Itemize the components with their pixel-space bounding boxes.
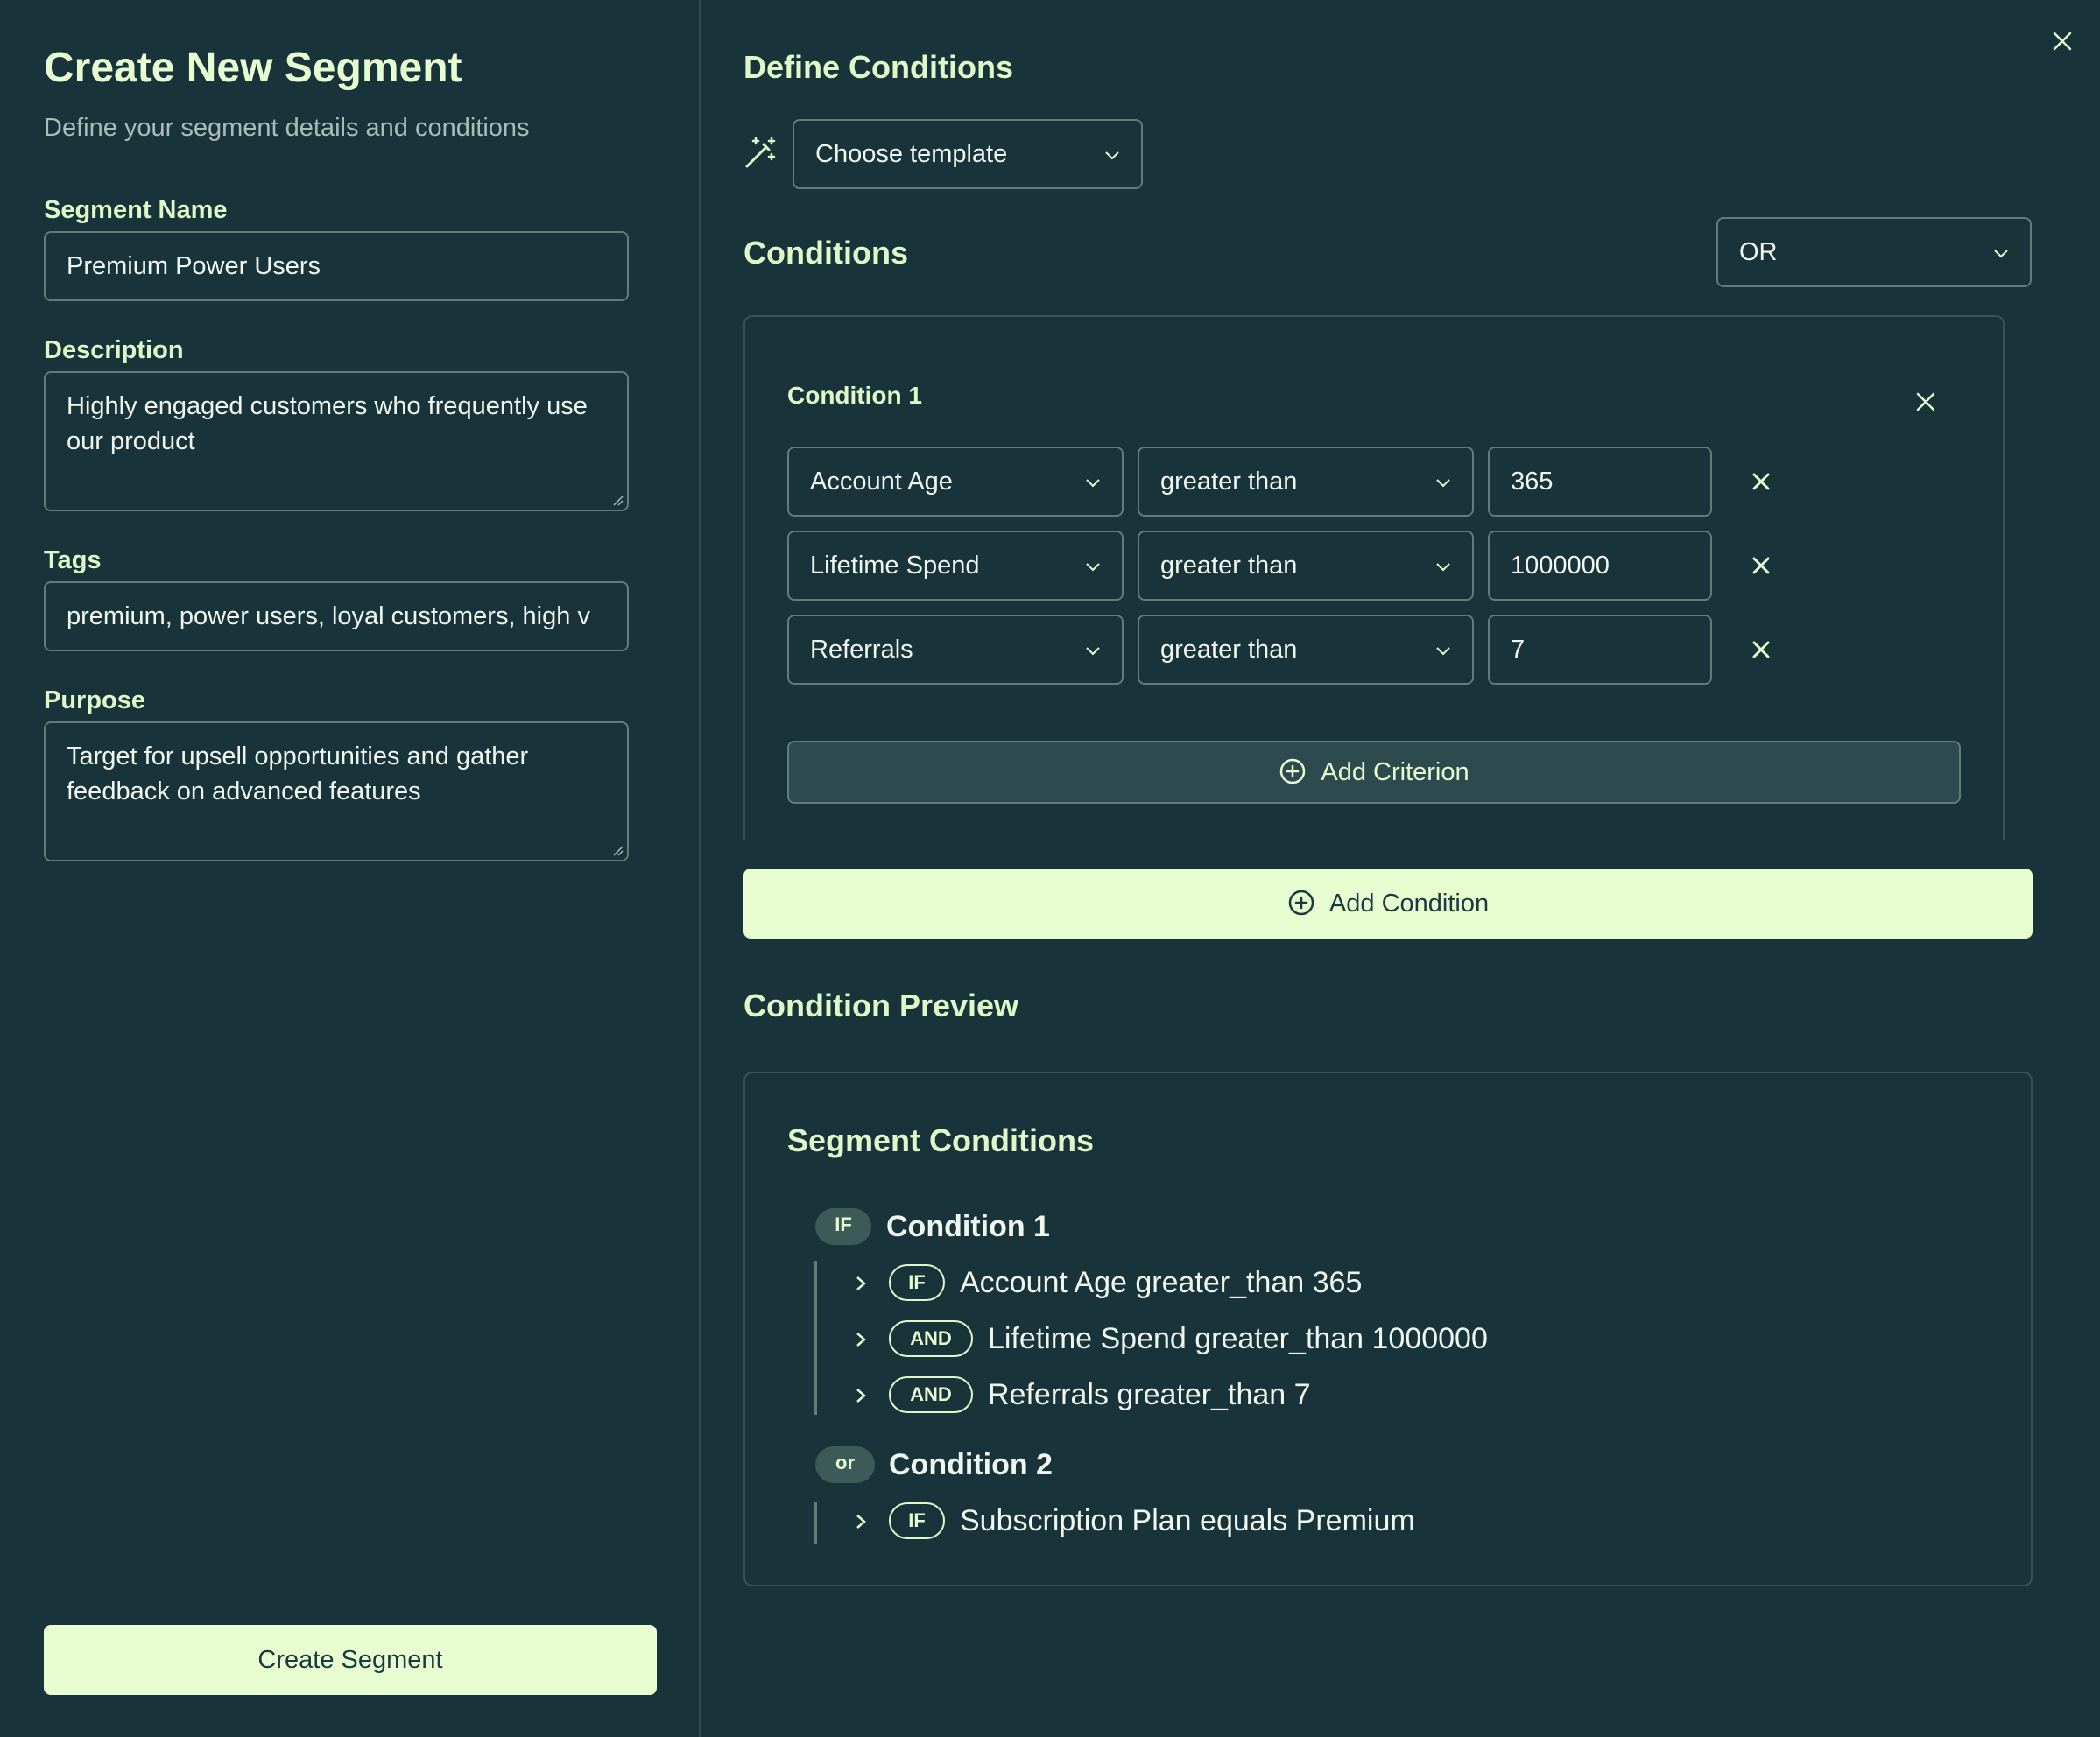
condition-badge: or [815, 1446, 875, 1483]
rule-badge: AND [889, 1320, 973, 1357]
chevron-down-icon [1086, 647, 1100, 656]
criterion-operator-select[interactable]: greater than [1138, 447, 1474, 517]
criterion-field-select[interactable]: Account Age [787, 447, 1124, 517]
logical-operator-select[interactable]: OR [1716, 217, 2032, 287]
remove-condition-icon[interactable] [1914, 390, 1937, 413]
rule-text: Referrals greater_than 7 [988, 1378, 1311, 1411]
chevron-down-icon [1436, 647, 1450, 656]
criterion-operator-select[interactable]: greater than [1138, 615, 1474, 685]
segment-details-panel: Create New Segment Define your segment d… [0, 0, 701, 1737]
chevron-right-icon[interactable] [852, 1387, 870, 1404]
page-subtitle: Define your segment details and conditio… [44, 114, 530, 142]
template-select-value: Choose template [815, 140, 1008, 168]
logical-operator-value: OR [1739, 238, 1778, 266]
description-label: Description [44, 336, 184, 364]
add-criterion-label: Add Criterion [1321, 758, 1469, 786]
criterion-value-input[interactable]: 1000000 [1488, 531, 1712, 601]
segment-conditions-title: Segment Conditions [787, 1122, 1094, 1158]
purpose-label: Purpose [44, 686, 146, 714]
chevron-down-icon [1994, 250, 2008, 258]
template-select[interactable]: Choose template [793, 119, 1143, 189]
condition-title: Condition 1 [787, 382, 922, 409]
rule-badge: IF [889, 1502, 945, 1539]
criterion-field-value: Lifetime Spend [810, 552, 980, 580]
rule-text: Account Age greater_than 365 [960, 1266, 1363, 1299]
chevron-down-icon [1436, 479, 1450, 488]
chevron-down-icon [1436, 563, 1450, 572]
criterion-operator-value: greater than [1160, 636, 1298, 664]
chevron-down-icon [1086, 563, 1100, 572]
rule-text: Lifetime Spend greater_than 1000000 [988, 1322, 1488, 1355]
segment-name-label: Segment Name [44, 196, 228, 224]
chevron-right-icon[interactable] [852, 1275, 870, 1292]
plus-circle-icon [1288, 890, 1314, 916]
criterion-field-select[interactable]: Referrals [787, 615, 1124, 685]
criterion-operator-value: greater than [1160, 468, 1298, 496]
chevron-right-icon[interactable] [852, 1331, 870, 1348]
criterion-operator-select[interactable]: greater than [1138, 531, 1474, 601]
condition-group-name: Condition 2 [889, 1448, 1053, 1481]
condition-badge: IF [815, 1208, 871, 1245]
conditions-heading: Conditions [743, 235, 908, 271]
tags-label: Tags [44, 546, 102, 574]
add-condition-button[interactable]: Add Condition [743, 868, 2033, 939]
rule-badge: IF [889, 1264, 945, 1301]
criterion-field-select[interactable]: Lifetime Spend [787, 531, 1124, 601]
rule-badge: AND [889, 1376, 973, 1413]
criterion-value-input[interactable]: 7 [1488, 615, 1712, 685]
define-conditions-heading: Define Conditions [743, 49, 1013, 85]
criterion-field-value: Account Age [810, 468, 953, 496]
description-textarea[interactable]: Highly engaged customers who frequently … [44, 371, 629, 511]
remove-criterion-icon[interactable] [1751, 639, 1772, 660]
tags-input[interactable]: premium, power users, loyal customers, h… [44, 581, 629, 651]
chevron-down-icon [1105, 151, 1119, 160]
criterion-value-input[interactable]: 365 [1488, 447, 1712, 517]
magic-wand-icon [745, 137, 776, 168]
purpose-textarea[interactable]: Target for upsell opportunities and gath… [44, 721, 629, 861]
add-condition-label: Add Condition [1328, 890, 1490, 918]
purpose-text: Target for upsell opportunities and gath… [67, 742, 529, 805]
criterion-field-value: Referrals [810, 636, 913, 664]
remove-criterion-icon[interactable] [1751, 471, 1772, 492]
criterion-operator-value: greater than [1160, 552, 1298, 580]
tree-line [814, 1261, 817, 1415]
rule-text: Subscription Plan equals Premium [960, 1504, 1415, 1537]
plus-circle-icon [1280, 759, 1306, 784]
remove-criterion-icon[interactable] [1751, 555, 1772, 576]
close-icon[interactable] [2049, 28, 2075, 54]
tree-line [814, 1502, 817, 1544]
description-text: Highly engaged customers who frequently … [67, 392, 588, 455]
add-criterion-button[interactable]: Add Criterion [787, 741, 1961, 804]
condition-group-name: Condition 1 [886, 1210, 1050, 1243]
resize-handle-icon[interactable] [611, 844, 624, 856]
create-segment-button[interactable]: Create Segment [44, 1625, 657, 1695]
condition-preview-heading: Condition Preview [743, 988, 1019, 1023]
chevron-down-icon [1086, 479, 1100, 488]
segment-name-input[interactable]: Premium Power Users [44, 231, 629, 301]
resize-handle-icon[interactable] [611, 494, 624, 506]
chevron-right-icon[interactable] [852, 1513, 870, 1530]
page-title: Create New Segment [44, 45, 462, 91]
